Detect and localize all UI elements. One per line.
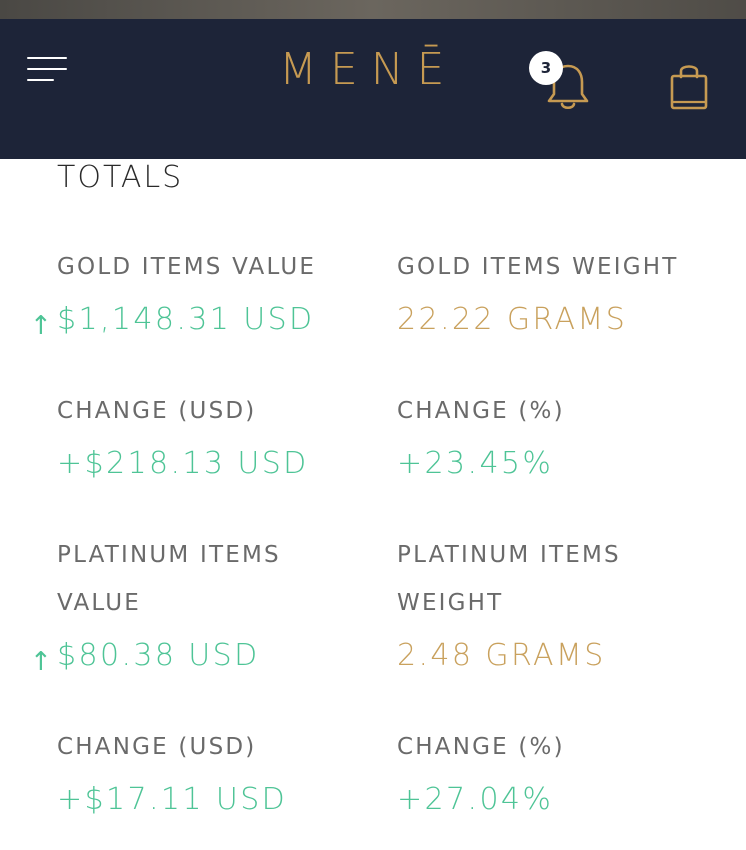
platinum-change-pct: +27.04% xyxy=(397,782,554,817)
gold-change-pct-label: CHANGE (%) xyxy=(397,398,565,424)
menu-line-middle xyxy=(27,68,67,70)
gold-change-usd-label: CHANGE (USD) xyxy=(57,398,257,424)
gold-change-usd: +$218.13 USD xyxy=(57,446,309,481)
menu-line-bottom xyxy=(27,79,54,81)
gold-items-value: $1,148.31 USD xyxy=(57,302,315,337)
platinum-change-usd-label: CHANGE (USD) xyxy=(57,734,257,760)
platinum-items-weight-label-line1: PLATINUM ITEMS xyxy=(397,542,621,568)
platinum-trend-up-arrow: ↑ xyxy=(30,647,52,677)
platinum-items-value: $80.38 USD xyxy=(57,638,260,673)
gold-change-pct: +23.45% xyxy=(397,446,554,481)
platinum-change-pct-label: CHANGE (%) xyxy=(397,734,565,760)
totals-heading: TOTALS xyxy=(57,160,184,195)
platinum-change-usd: +$17.11 USD xyxy=(57,782,288,817)
hamburger-menu-icon[interactable] xyxy=(27,57,69,83)
menu-line-top xyxy=(27,57,67,59)
notification-badge[interactable]: 3 xyxy=(529,51,563,85)
gold-trend-up-arrow: ↑ xyxy=(30,311,52,341)
platinum-items-weight: 2.48 GRAMS xyxy=(397,638,606,673)
gold-items-value-label: GOLD ITEMS VALUE xyxy=(57,254,317,280)
shopping-bag-icon[interactable] xyxy=(668,62,710,112)
platinum-items-value-label-line1: PLATINUM ITEMS xyxy=(57,542,281,568)
brand-logo[interactable]: MENĒ xyxy=(279,42,457,98)
status-strip xyxy=(0,0,746,19)
gold-items-weight-label: GOLD ITEMS WEIGHT xyxy=(397,254,679,280)
platinum-items-value-label-line2: VALUE xyxy=(57,590,142,616)
platinum-items-weight-label-line2: WEIGHT xyxy=(397,590,504,616)
gold-items-weight: 22.22 GRAMS xyxy=(397,302,628,337)
